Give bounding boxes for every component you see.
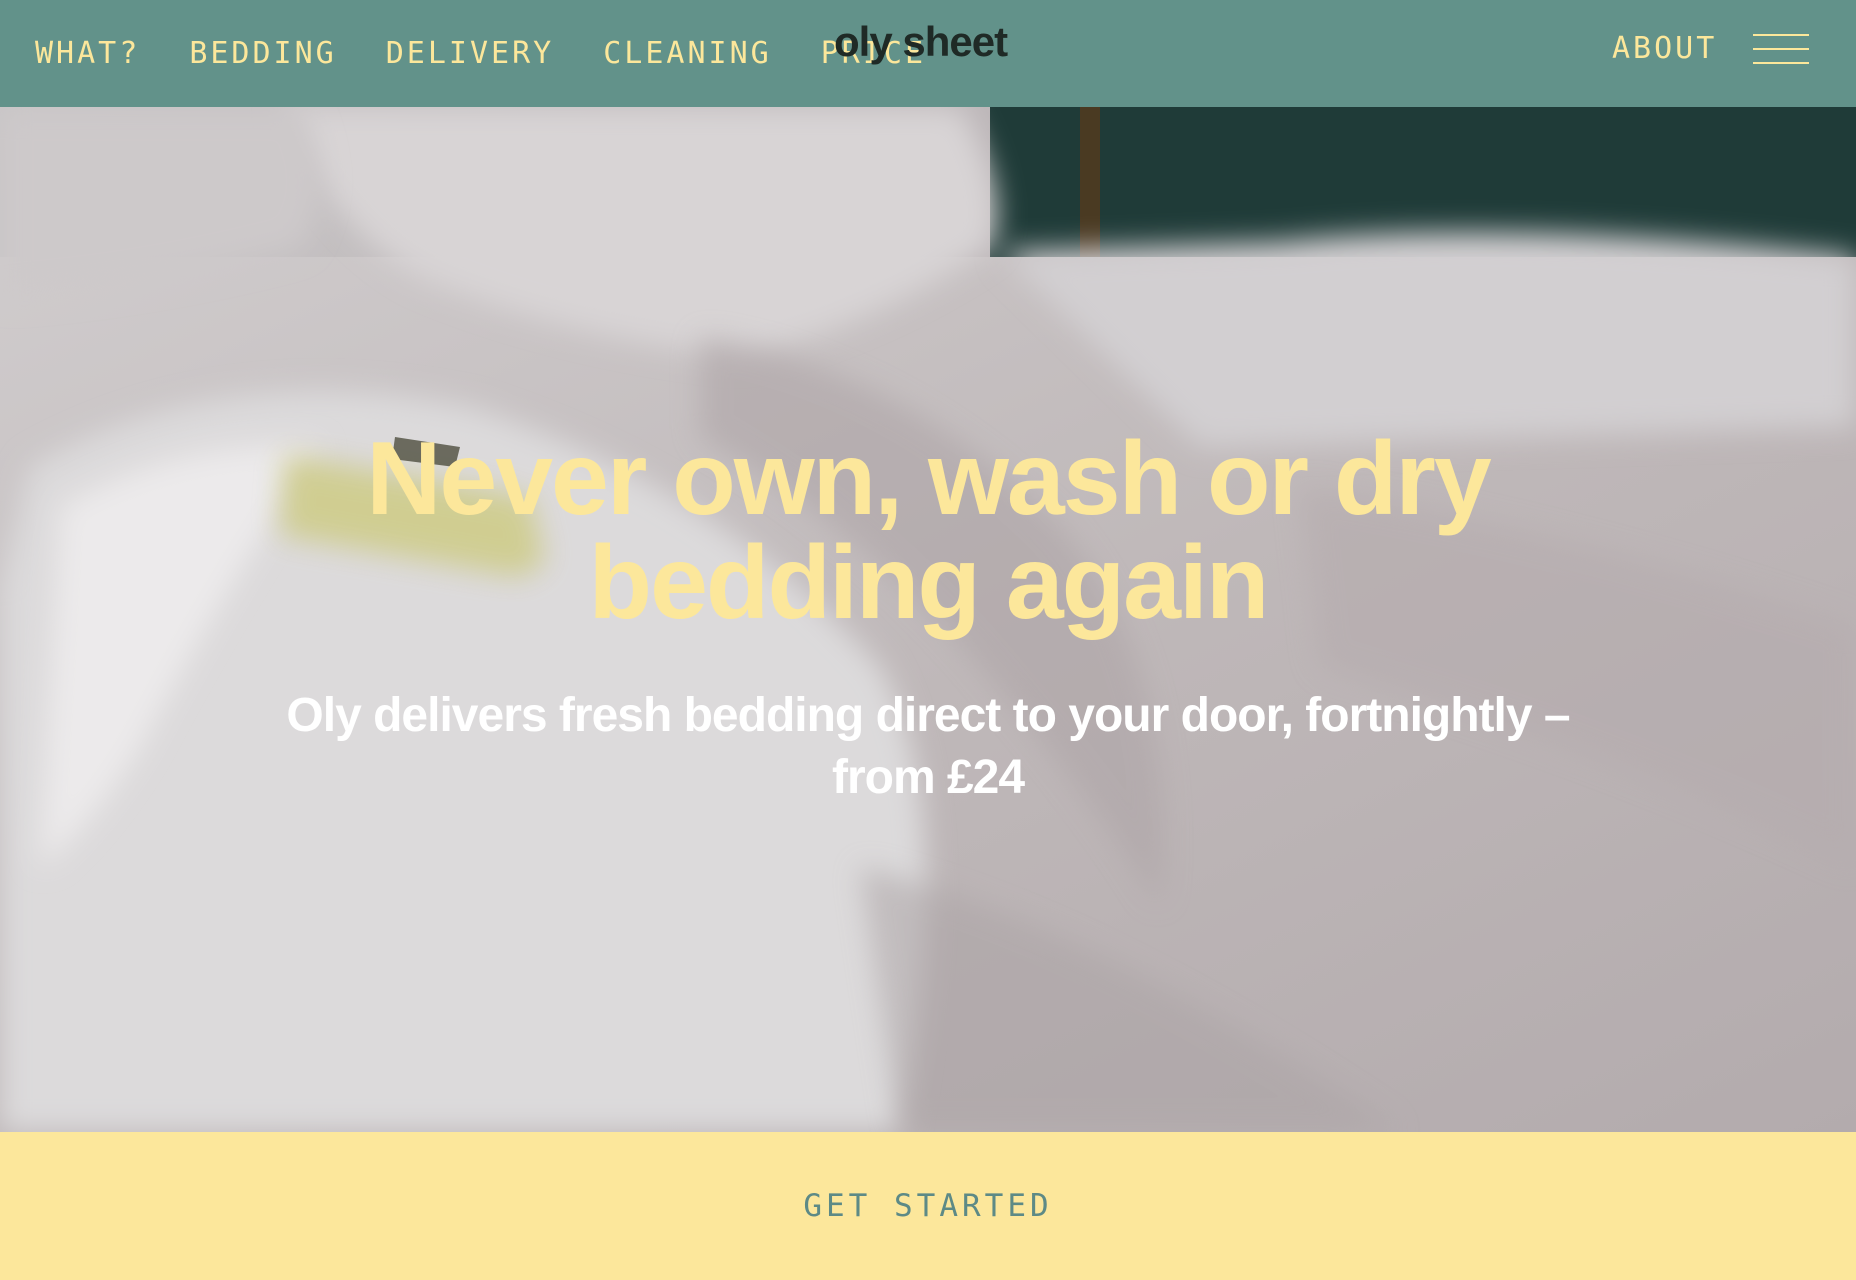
hero-headline: Never own, wash or dry bedding again — [366, 421, 1491, 641]
get-started-label: GET STARTED — [803, 1188, 1053, 1224]
nav-link-what[interactable]: WHAT? — [35, 36, 140, 71]
nav-link-bedding[interactable]: BEDDING — [189, 36, 336, 71]
main-nav: WHAT? BEDDING DELIVERY CLEANING PRICE — [0, 0, 926, 107]
menu-line — [1753, 62, 1809, 64]
site-header: WHAT? BEDDING DELIVERY CLEANING PRICE ol… — [0, 0, 1856, 107]
nav-link-about[interactable]: ABOUT — [1612, 31, 1717, 66]
hero-subheadline: Oly delivers fresh bedding direct to you… — [286, 689, 1570, 804]
menu-line — [1753, 48, 1809, 50]
nav-link-delivery[interactable]: DELIVERY — [386, 36, 555, 71]
hamburger-menu-icon[interactable] — [1753, 31, 1809, 67]
nav-link-cleaning[interactable]: CLEANING — [603, 36, 772, 71]
menu-line — [1753, 34, 1809, 36]
hero-section: Never own, wash or dry bedding again Oly… — [0, 107, 1856, 1132]
brand-logo[interactable]: oly sheet — [834, 18, 1008, 66]
get-started-button[interactable]: GET STARTED — [0, 1132, 1856, 1280]
